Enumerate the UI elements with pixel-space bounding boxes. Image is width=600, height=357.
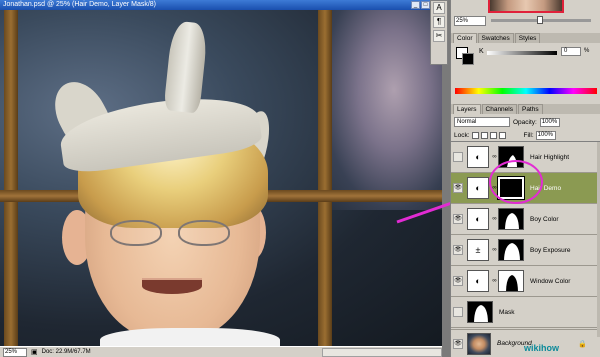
k-channel-unit: % <box>584 48 590 54</box>
eye-icon[interactable]: 👁 <box>453 214 463 224</box>
window-frame-left <box>4 10 18 346</box>
fill-label: Fill: <box>523 132 534 139</box>
opacity-label: Opacity: <box>513 118 537 126</box>
layers-panel: Layers Channels Paths Normal Opacity: 10… <box>451 104 600 357</box>
layer-blend-options: Normal Opacity: 100% <box>451 115 600 129</box>
text-tool-icon[interactable]: A <box>433 2 445 14</box>
document-title: Jonathan.psd @ 25% (Hair Demo, Layer Mas… <box>3 1 157 8</box>
chain-link-icon[interactable]: ∞ <box>491 216 498 222</box>
opacity-field[interactable]: 100% <box>539 117 560 127</box>
status-bar: 25% ▣ Doc: 22.9M/67.7M <box>0 346 442 357</box>
navigator-panel: 25% <box>451 0 600 30</box>
lock-label: Lock: <box>454 132 470 139</box>
chain-link-icon[interactable]: ∞ <box>491 247 498 253</box>
chain-link-icon[interactable]: ∞ <box>491 154 498 160</box>
layer-name: Mask <box>499 308 515 316</box>
shirt-collar <box>100 328 280 346</box>
scissors-icon[interactable]: ✂ <box>433 30 445 42</box>
k-channel-value[interactable]: 0 <box>561 47 581 56</box>
visibility-toggle[interactable] <box>453 307 463 317</box>
layer-mask-thumbnail[interactable] <box>498 208 524 230</box>
eye-icon[interactable]: 👁 <box>453 276 463 286</box>
horizontal-scrollbar[interactable] <box>322 347 442 357</box>
color-panel-tabs: Color Swatches Styles <box>451 33 600 43</box>
adjustment-layer-icon: ◐ <box>467 208 489 230</box>
blend-mode-select[interactable]: Normal <box>454 117 510 127</box>
k-channel-label: K <box>479 48 484 55</box>
layer-name: Boy Color <box>530 215 559 223</box>
adjustment-layer-icon: ◐ <box>467 270 489 292</box>
k-channel-slider[interactable] <box>487 51 557 55</box>
tab-paths[interactable]: Paths <box>517 104 543 114</box>
lock-transparency-icon[interactable] <box>471 132 479 139</box>
tab-swatches[interactable]: Swatches <box>477 33 514 43</box>
layer-mask-thumbnail[interactable] <box>498 239 524 261</box>
layer-row-mask[interactable]: Mask <box>451 297 597 328</box>
annotation-circle <box>489 160 543 204</box>
window-frame-mullion <box>318 10 332 346</box>
fill-field[interactable]: 100% <box>535 131 556 140</box>
status-icon: ▣ <box>31 349 38 356</box>
status-zoom-field[interactable]: 25% <box>3 347 27 357</box>
adjustment-layer-icon: ◐ <box>467 146 489 168</box>
minimize-button[interactable]: _ <box>411 1 420 9</box>
tab-layers[interactable]: Layers <box>453 104 481 114</box>
tool-strip: A ¶ ✂ <box>430 0 448 65</box>
eye-icon[interactable]: 👁 <box>453 183 463 193</box>
background-color-swatch[interactable] <box>462 53 474 65</box>
layer-name: Window Color <box>530 277 571 285</box>
lock-icon: 🔒 <box>578 340 587 348</box>
chain-link-icon[interactable]: ∞ <box>491 278 498 284</box>
tab-color[interactable]: Color <box>453 33 477 43</box>
glasses-lens-left <box>110 220 162 246</box>
layer-mask-thumbnail[interactable] <box>498 270 524 292</box>
layers-panel-tabs: Layers Channels Paths <box>451 104 600 114</box>
layer-thumbnail[interactable] <box>467 301 493 323</box>
navigator-zoom-knob[interactable] <box>537 16 543 24</box>
layer-name: Boy Exposure <box>530 246 571 254</box>
lock-position-icon[interactable] <box>489 132 497 139</box>
lock-all-icon[interactable] <box>498 132 506 139</box>
eye-icon[interactable]: 👁 <box>453 338 463 349</box>
document-window: Jonathan.psd @ 25% (Hair Demo, Layer Mas… <box>0 0 442 357</box>
layer-row-window-color[interactable]: 👁 ◐ ∞ Window Color <box>451 266 597 297</box>
layer-name: Hair Highlight <box>530 153 570 161</box>
color-panel: Color Swatches Styles K 0 % <box>451 33 600 95</box>
document-title-bar[interactable]: Jonathan.psd @ 25% (Hair Demo, Layer Mas… <box>0 0 442 10</box>
layer-thumbnail[interactable] <box>467 332 491 355</box>
exposure-icon: ± <box>467 239 489 261</box>
glasses-lens-right <box>178 220 230 246</box>
maximize-button[interactable]: □ <box>421 1 430 9</box>
navigator-thumbnail[interactable] <box>488 0 564 13</box>
lock-pixels-icon[interactable] <box>480 132 488 139</box>
watermark-logo: wikihow <box>524 343 560 353</box>
adjustment-layer-icon: ◐ <box>467 177 489 199</box>
paragraph-icon[interactable]: ¶ <box>433 16 445 28</box>
layer-row-boy-color[interactable]: 👁 ◐ ∞ Boy Color <box>451 204 597 235</box>
eye-icon[interactable]: 👁 <box>453 245 463 255</box>
layer-lock-options: Lock: Fill: 100% <box>451 130 600 142</box>
navigator-zoom-field[interactable]: 25% <box>454 16 486 26</box>
tab-styles[interactable]: Styles <box>514 33 541 43</box>
layer-row-boy-exposure[interactable]: 👁 ± ∞ Boy Exposure <box>451 235 597 266</box>
image-canvas[interactable] <box>0 10 442 346</box>
tab-channels[interactable]: Channels <box>481 104 517 114</box>
doc-size-info[interactable]: Doc: 22.9M/67.7M <box>42 349 318 355</box>
glasses <box>110 220 235 248</box>
color-spectrum-bar[interactable] <box>455 88 597 94</box>
smile <box>142 278 202 294</box>
visibility-toggle[interactable] <box>453 152 463 162</box>
